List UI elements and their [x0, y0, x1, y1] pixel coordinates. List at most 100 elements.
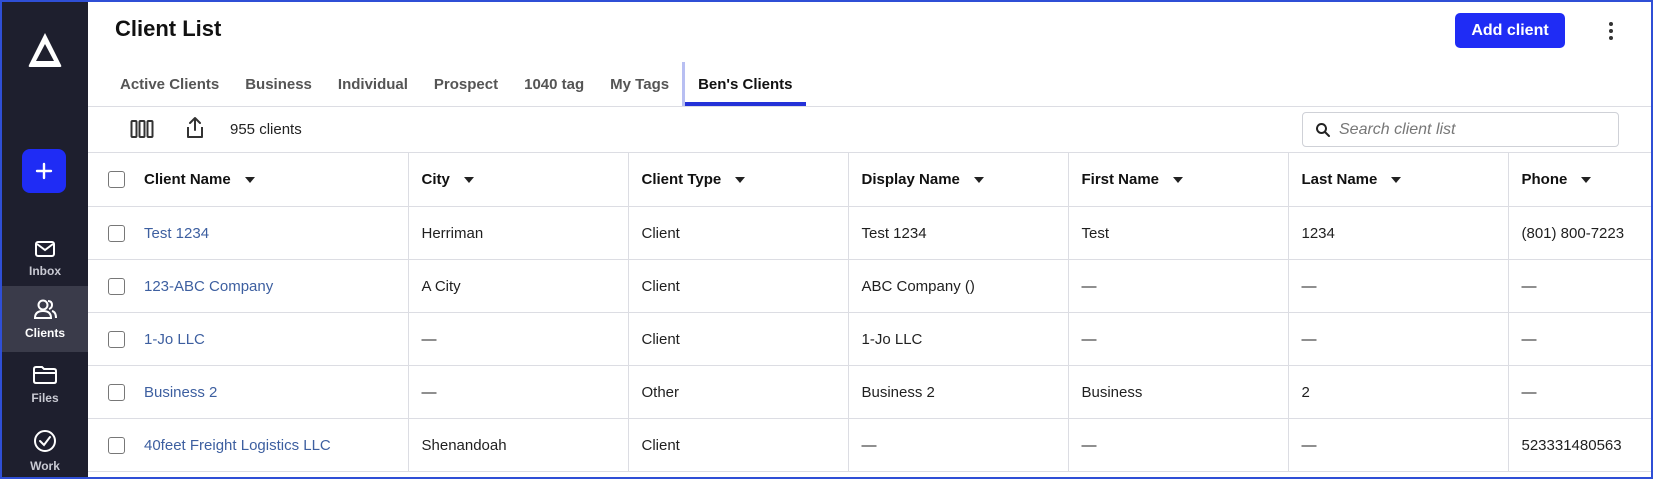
column-header-last-name[interactable]: Last Name	[1287, 152, 1508, 207]
add-client-button[interactable]: Add client	[1455, 13, 1565, 48]
app-logo-icon[interactable]	[26, 30, 64, 70]
last-name-cell: —	[1287, 312, 1508, 366]
column-header-label: Display Name	[861, 171, 960, 188]
row-checkbox[interactable]	[108, 383, 125, 401]
phone-cell: —	[1507, 312, 1651, 366]
tab-business[interactable]: Business	[232, 62, 325, 106]
more-options-icon[interactable]	[1596, 16, 1626, 46]
sidebar-item-label: Clients	[24, 326, 65, 340]
table-header-row: Client Name City Client Type Display Nam…	[88, 152, 1651, 207]
table-row: 1-Jo LLC — Client 1-Jo LLC — — —	[88, 312, 1651, 366]
last-name-cell: —	[1287, 259, 1508, 313]
phone-cell: —	[1507, 259, 1651, 313]
phone-cell: 523331480563	[1507, 418, 1651, 472]
client-name-link[interactable]: 1-Jo LLC	[144, 331, 205, 348]
plus-icon	[35, 162, 53, 180]
tab-my-tags[interactable]: My Tags	[597, 62, 682, 106]
row-checkbox[interactable]	[108, 277, 125, 295]
client-type-cell: Client	[627, 418, 848, 472]
column-header-label: Client Name	[144, 171, 231, 188]
app-window: Inbox Clients Files Work Client List Add…	[0, 0, 1653, 479]
sidebar-item-work[interactable]: Work	[2, 418, 88, 477]
city-cell: Shenandoah	[407, 418, 628, 472]
client-name-cell: 1-Jo LLC	[144, 312, 408, 366]
row-checkbox[interactable]	[108, 436, 125, 454]
sidebar-item-clients[interactable]: Clients	[2, 286, 88, 352]
row-select-cell	[88, 259, 144, 313]
display-name-cell: Test 1234	[847, 206, 1068, 260]
last-name-cell: 2	[1287, 365, 1508, 419]
display-name-cell: Business 2	[847, 365, 1068, 419]
sidebar-item-inbox[interactable]: Inbox	[2, 226, 88, 292]
column-header-client-type[interactable]: Client Type	[627, 152, 848, 207]
caret-down-icon	[973, 177, 984, 184]
caret-down-icon	[463, 177, 474, 184]
table-row: Test 1234 Herriman Client Test 1234 Test…	[88, 206, 1651, 260]
tab-1040-tag[interactable]: 1040 tag	[511, 62, 597, 106]
column-header-label: City	[421, 171, 450, 188]
select-all-cell	[88, 152, 144, 207]
table-row: 40feet Freight Logistics LLC Shenandoah …	[88, 418, 1651, 472]
client-name-cell: 40feet Freight Logistics LLC	[144, 418, 408, 472]
search-input[interactable]	[1339, 120, 1609, 139]
select-all-checkbox[interactable]	[108, 171, 125, 189]
first-name-cell: —	[1067, 418, 1288, 472]
tab-prospect[interactable]: Prospect	[421, 62, 511, 106]
export-share-icon[interactable]	[184, 116, 206, 145]
column-header-phone[interactable]: Phone	[1507, 152, 1651, 207]
row-select-cell	[88, 312, 144, 366]
client-name-cell: Business 2	[144, 365, 408, 419]
tab-individual[interactable]: Individual	[325, 62, 421, 106]
row-select-cell	[88, 206, 144, 260]
column-header-city[interactable]: City	[407, 152, 628, 207]
create-new-button[interactable]	[22, 149, 66, 193]
client-table: Client Name City Client Type Display Nam…	[88, 152, 1651, 472]
row-select-cell	[88, 365, 144, 419]
sidebar-item-label: Inbox	[29, 264, 61, 278]
row-checkbox[interactable]	[108, 224, 125, 242]
columns-icon[interactable]	[130, 119, 154, 144]
client-type-cell: Client	[627, 312, 848, 366]
caret-down-icon	[1391, 177, 1402, 184]
column-header-label: Client Type	[641, 171, 722, 188]
table-row: Business 2 — Other Business 2 Business 2…	[88, 365, 1651, 419]
display-name-cell: 1-Jo LLC	[847, 312, 1068, 366]
folder-icon	[33, 366, 57, 384]
column-header-label: Phone	[1521, 171, 1568, 188]
first-name-cell: —	[1067, 312, 1288, 366]
last-name-cell: —	[1287, 418, 1508, 472]
caret-down-icon	[1581, 177, 1592, 184]
column-header-label: Last Name	[1301, 171, 1378, 188]
city-cell: A City	[407, 259, 628, 313]
page-title: Client List	[115, 16, 222, 41]
caret-down-icon	[735, 177, 746, 184]
caret-down-icon	[1173, 177, 1184, 184]
first-name-cell: Business	[1067, 365, 1288, 419]
search-icon	[1315, 122, 1331, 138]
column-header-display-name[interactable]: Display Name	[847, 152, 1068, 207]
client-name-link[interactable]: 40feet Freight Logistics LLC	[144, 437, 331, 454]
client-name-link[interactable]: 123-ABC Company	[144, 278, 273, 295]
phone-cell: (801) 800-7223	[1507, 206, 1651, 260]
column-header-first-name[interactable]: First Name	[1067, 152, 1288, 207]
client-type-cell: Other	[627, 365, 848, 419]
tab-active-clients[interactable]: Active Clients	[107, 62, 232, 106]
sidebar-item-files[interactable]: Files	[2, 352, 88, 418]
mail-icon	[35, 241, 55, 257]
display-name-cell: —	[847, 418, 1068, 472]
city-cell: Herriman	[407, 206, 628, 260]
last-name-cell: 1234	[1287, 206, 1508, 260]
client-name-link[interactable]: Business 2	[144, 384, 217, 401]
sidebar-item-label: Work	[30, 459, 60, 473]
city-cell: —	[407, 312, 628, 366]
row-select-cell	[88, 418, 144, 472]
row-checkbox[interactable]	[108, 330, 125, 348]
column-header-client-name[interactable]: Client Name	[144, 152, 408, 207]
users-icon	[33, 299, 57, 319]
column-header-label: First Name	[1081, 171, 1160, 188]
tab-bens-clients[interactable]: Ben's Clients	[682, 62, 806, 106]
client-name-link[interactable]: Test 1234	[144, 225, 209, 242]
first-name-cell: Test	[1067, 206, 1288, 260]
client-list-tabs: Active Clients Business Individual Prosp…	[107, 62, 806, 106]
check-circle-icon	[34, 430, 56, 452]
